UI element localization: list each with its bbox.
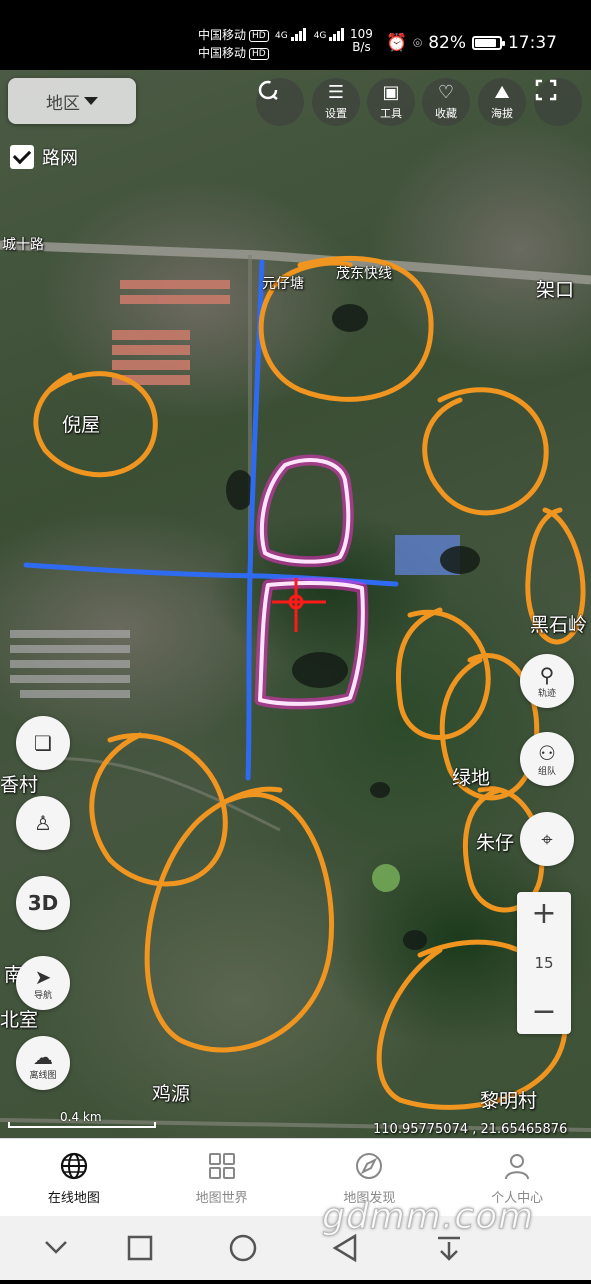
settings-icon: ☰ xyxy=(327,81,345,103)
home-icon[interactable] xyxy=(229,1234,257,1262)
road-label: 元仔塘 xyxy=(262,276,304,292)
checkbox-icon[interactable] xyxy=(10,145,34,169)
clock: 17:37 xyxy=(507,33,557,53)
refresh-button[interactable] xyxy=(256,78,304,126)
globe-icon xyxy=(60,1152,87,1179)
back-icon[interactable] xyxy=(332,1233,357,1263)
place-label: 黎明村 xyxy=(480,1090,538,1112)
zoom-control: + 15 − xyxy=(517,892,571,1034)
road-label: 城十路 xyxy=(2,237,44,253)
chevron-down-icon xyxy=(84,97,98,105)
battery-icon xyxy=(471,36,505,50)
place-label: 北室 xyxy=(0,1009,39,1031)
place-label: 绿地 xyxy=(452,767,491,789)
signal-icon: 4G xyxy=(275,28,306,41)
altitude-button[interactable]: ⛰ 海拔 xyxy=(478,78,526,126)
fullscreen-icon xyxy=(535,79,557,101)
refresh-icon xyxy=(258,80,278,100)
place-label: 倪屋 xyxy=(62,414,101,436)
heart-icon: ♡ xyxy=(437,81,455,103)
cloud-download-icon: ☁ xyxy=(33,1044,53,1069)
place-label: 香村 xyxy=(0,774,39,796)
region-button[interactable]: 地区 xyxy=(8,78,136,124)
location-icon: ⌾ xyxy=(413,34,423,52)
offline-map-button[interactable]: ☁ 离线图 xyxy=(16,1036,70,1090)
group-icon: ⚇ xyxy=(538,740,556,765)
carrier-2: 中国移动 HD xyxy=(198,46,269,60)
mountain-icon: ⛰ xyxy=(494,81,510,103)
locate-icon: ⌖ xyxy=(541,827,553,851)
zoom-out-button[interactable]: − xyxy=(531,996,556,1028)
roadnet-label: 路网 xyxy=(42,148,78,169)
fullscreen-button[interactable] xyxy=(534,78,582,126)
notification-pull-icon[interactable] xyxy=(438,1236,460,1261)
navigate-button[interactable]: ➤ 导航 xyxy=(16,956,70,1010)
net-speed: 109 B/s xyxy=(350,27,373,54)
hide-nav-icon[interactable] xyxy=(45,1241,67,1254)
scale-bar: 0.4 km xyxy=(8,1110,156,1128)
road-label: 茂东快线 xyxy=(336,266,392,282)
status-bar: 中国移动 HD 中国移动 HD 4G 4G 109 B/s ⏰ ⌾ 82% 17:37 xyxy=(0,0,591,70)
navigation-arrow-icon: ➤ xyxy=(34,964,52,989)
tools-button[interactable]: ▣ 工具 xyxy=(367,78,415,126)
map-annotations xyxy=(0,240,591,1132)
compass-icon xyxy=(356,1152,383,1179)
person-icon xyxy=(505,1153,530,1179)
nav-map-world[interactable]: 地图世界 xyxy=(148,1139,296,1217)
3d-button[interactable]: 3D xyxy=(16,876,70,930)
coordinates-readout: 110.95775074 , 21.65465876 xyxy=(373,1122,568,1137)
nav-online-map[interactable]: 在线地图 xyxy=(0,1139,148,1217)
signal-icons: 4G 4G xyxy=(275,28,345,41)
3d-label: 3D xyxy=(27,891,59,915)
watermark: gdmm.com xyxy=(321,1196,535,1238)
recent-apps-icon[interactable] xyxy=(127,1235,153,1261)
layers-button[interactable]: ❏ xyxy=(16,716,70,770)
favorites-button[interactable]: ♡ 收藏 xyxy=(422,78,470,126)
battery-percent: 82% xyxy=(428,33,466,53)
grid-icon xyxy=(208,1152,235,1179)
zoom-in-button[interactable]: + xyxy=(531,898,556,930)
settings-button[interactable]: ☰ 设置 xyxy=(312,78,360,126)
place-label: 鸡源 xyxy=(152,1083,191,1105)
locate-button[interactable]: ⌖ xyxy=(520,812,574,866)
alarm-icon: ⏰ xyxy=(386,33,408,53)
streetview-button[interactable]: ♙ xyxy=(16,796,70,850)
region-label: 地区 xyxy=(46,93,80,114)
track-button[interactable]: ⚲ 轨迹 xyxy=(520,654,574,708)
satellite-map[interactable]: 倪屋 黑石岭 绿地 朱仔 香村 鸡源 黎明村 南 北室 架口 城十路 茂东快线 … xyxy=(0,70,591,1138)
zoom-level: 15 xyxy=(534,954,554,972)
track-icon: ⚲ xyxy=(539,662,555,687)
person-pin-icon: ♙ xyxy=(34,811,52,835)
place-label: 黑石岭 xyxy=(530,614,588,636)
layers-icon: ❏ xyxy=(34,731,52,755)
signal-icon: 4G xyxy=(314,28,345,41)
place-label: 架口 xyxy=(536,279,575,301)
toolbox-icon: ▣ xyxy=(382,81,400,103)
team-button[interactable]: ⚇ 组队 xyxy=(520,732,574,786)
place-label: 朱仔 xyxy=(476,832,515,854)
carrier-1: 中国移动 HD xyxy=(198,28,269,42)
roadnet-toggle[interactable]: 路网 xyxy=(10,144,78,170)
